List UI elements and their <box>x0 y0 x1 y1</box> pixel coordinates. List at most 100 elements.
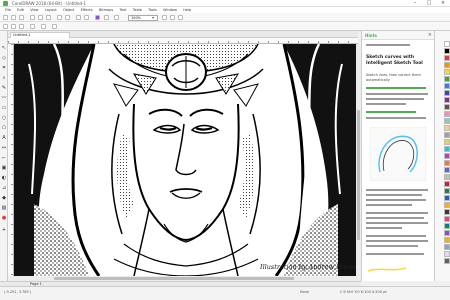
color-swatch[interactable] <box>444 251 450 257</box>
color-palette <box>434 31 450 281</box>
nav-line <box>366 44 410 46</box>
import-icon[interactable] <box>76 15 81 20</box>
color-swatch[interactable] <box>444 188 450 194</box>
artistic-media-icon[interactable]: 〰 <box>1 95 7 101</box>
snap-to-icon[interactable] <box>162 15 167 20</box>
color-swatch[interactable] <box>444 244 450 250</box>
smart-fill-icon[interactable]: ▧ <box>1 205 7 211</box>
color-swatch[interactable] <box>444 146 450 152</box>
document-tab-bar: Untitled-1 <box>8 31 358 38</box>
export-icon[interactable] <box>84 15 89 20</box>
cursor-coordinates: ( 9.251, 3.765 ) <box>4 290 32 294</box>
color-swatch[interactable] <box>444 230 450 236</box>
artist-signature: Illustration by Andrew Brown <box>260 263 358 271</box>
polygon-tool-icon[interactable]: ⬠ <box>1 125 7 131</box>
redo-icon[interactable] <box>65 15 70 20</box>
color-swatch[interactable] <box>444 139 450 145</box>
text-tool-icon[interactable]: A <box>1 135 7 141</box>
maximize-icon[interactable]: □ <box>422 0 436 7</box>
units-icon[interactable] <box>30 24 35 29</box>
color-swatch[interactable] <box>444 174 450 180</box>
open-icon[interactable] <box>11 15 16 20</box>
color-swatch[interactable] <box>444 118 450 124</box>
portrait-icon[interactable] <box>11 24 16 29</box>
hint-text-line <box>366 217 424 219</box>
add-tool-icon[interactable]: + <box>1 227 7 233</box>
zoom-tool-icon[interactable]: ⌕ <box>1 75 7 81</box>
hint-text-line <box>366 194 422 196</box>
page-size-icon[interactable] <box>3 24 8 29</box>
color-swatch[interactable] <box>444 125 450 131</box>
pick-tool-icon[interactable]: ↖ <box>1 45 7 51</box>
publish-icon[interactable] <box>95 15 100 20</box>
drop-shadow-icon[interactable]: ▣ <box>1 165 7 171</box>
vertical-scroll-thumb[interactable] <box>357 110 360 240</box>
color-swatch[interactable] <box>444 62 450 68</box>
interactive-fill-icon[interactable]: ◆ <box>1 195 7 201</box>
hint-link[interactable] <box>366 111 416 113</box>
paste-icon[interactable] <box>46 15 51 20</box>
color-swatch[interactable] <box>444 202 450 208</box>
launch-icon[interactable] <box>178 15 183 20</box>
drawing-canvas[interactable]: Illustration by Andrew Brown <box>14 44 358 276</box>
color-swatch[interactable] <box>444 167 450 173</box>
hint-text-line <box>366 204 412 206</box>
fullscreen-icon[interactable] <box>114 15 119 20</box>
freehand-tool-icon[interactable]: ✎ <box>1 85 7 91</box>
color-swatch[interactable] <box>444 209 450 215</box>
color-swatch[interactable] <box>444 160 450 166</box>
color-swatch[interactable] <box>444 83 450 89</box>
color-swatch[interactable] <box>444 48 450 54</box>
eyedropper-icon[interactable]: ⊿ <box>1 185 7 191</box>
save-icon[interactable] <box>19 15 24 20</box>
color-swatch[interactable] <box>444 76 450 82</box>
hint-text-line <box>366 93 428 95</box>
landscape-icon[interactable] <box>19 24 24 29</box>
fill-indicator: None <box>300 290 310 294</box>
close-icon[interactable]: × <box>436 0 450 7</box>
docker-title: Hints <box>365 33 377 38</box>
color-swatch[interactable] <box>444 55 450 61</box>
launcher-icon[interactable] <box>104 15 109 20</box>
color-swatch[interactable] <box>444 181 450 187</box>
color-swatch[interactable] <box>444 90 450 96</box>
color-swatch[interactable] <box>444 111 450 117</box>
color-swatch[interactable] <box>444 153 450 159</box>
color-swatch[interactable] <box>444 41 450 47</box>
transparency-icon[interactable]: ◐ <box>1 175 7 181</box>
duplicate-distance-icon[interactable] <box>52 24 57 29</box>
parallel-dimension-icon[interactable]: ↔ <box>1 145 7 151</box>
shape-tool-icon[interactable]: ◇ <box>1 55 7 61</box>
color-swatch[interactable] <box>444 132 450 138</box>
status-bar: ( 9.251, 3.765 ) None C:0 M:0 Y:0 K:100 … <box>0 286 450 300</box>
color-swatch[interactable] <box>444 195 450 201</box>
color-swatch[interactable] <box>444 69 450 75</box>
undo-icon[interactable] <box>57 15 62 20</box>
cut-icon[interactable] <box>30 15 35 20</box>
crop-tool-icon[interactable]: ⌗ <box>1 65 7 71</box>
chevron-down-icon[interactable]: ▾ <box>152 15 154 21</box>
color-swatch[interactable] <box>444 216 450 222</box>
ellipse-tool-icon[interactable]: ○ <box>1 115 7 121</box>
rectangle-tool-icon[interactable]: ▭ <box>1 105 7 111</box>
color-swatch[interactable] <box>444 104 450 110</box>
hint-text-line <box>366 240 428 242</box>
connector-tool-icon[interactable]: ⌐ <box>1 155 7 161</box>
minimize-icon[interactable]: – <box>408 0 422 7</box>
options-gear-icon[interactable] <box>170 15 175 20</box>
docker-close-icon[interactable]: × <box>428 32 432 38</box>
hint-text-line <box>366 245 418 247</box>
color-swatch[interactable] <box>444 258 450 264</box>
color-swatch[interactable] <box>444 223 450 229</box>
horizontal-scroll-thumb[interactable] <box>54 277 294 280</box>
new-icon[interactable] <box>3 15 8 20</box>
hint-text-line <box>366 117 426 119</box>
nudge-icon[interactable] <box>41 24 46 29</box>
hint-text-line <box>366 235 426 237</box>
hint-link[interactable] <box>366 87 426 89</box>
outline-pen-icon[interactable]: ● <box>1 215 7 221</box>
color-swatch[interactable] <box>444 97 450 103</box>
color-swatch[interactable] <box>444 237 450 243</box>
copy-icon[interactable] <box>38 15 43 20</box>
hint-text-line <box>366 98 424 100</box>
